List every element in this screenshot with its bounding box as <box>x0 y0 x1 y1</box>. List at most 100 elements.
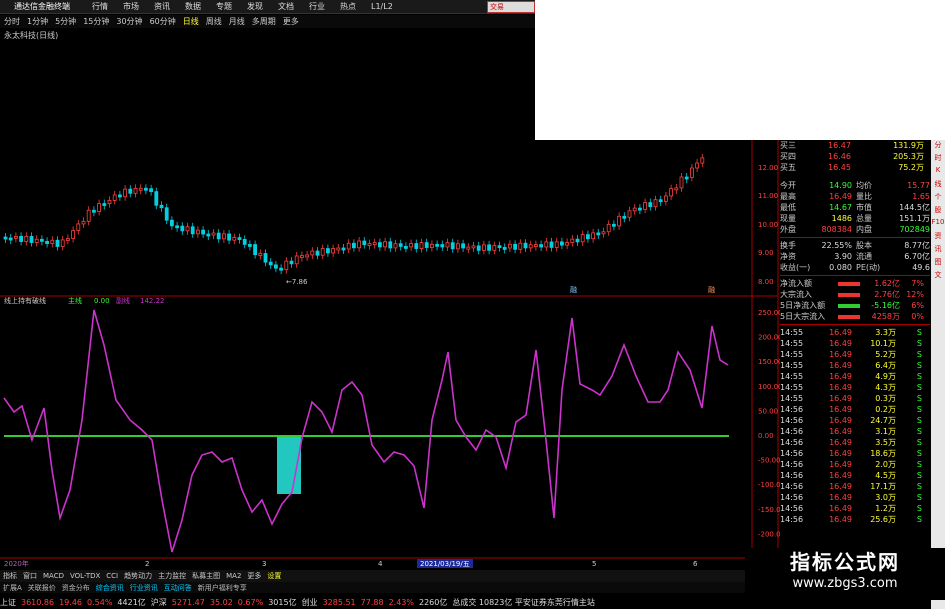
tick-side: S <box>916 339 922 348</box>
stat-label: 流通 <box>856 252 872 261</box>
index-name[interactable]: 上证 <box>0 597 16 608</box>
indicator-tabs: 指标 窗口 MACD VOL-TDX CCI 趋势动力 主力监控 私募主图 MA… <box>0 570 745 582</box>
legend-label: 副线 <box>116 296 130 305</box>
indicator-tab[interactable]: 更多 <box>247 571 261 581</box>
sidebar-tab[interactable]: 股 <box>931 205 945 218</box>
extension-tab[interactable]: 新用户福利专享 <box>198 583 247 593</box>
sidebar-tab[interactable]: 分 <box>931 140 945 153</box>
tick-time: 14:56 <box>780 438 804 447</box>
tick-side: S <box>916 471 922 480</box>
candle-body <box>544 241 549 248</box>
stat-label: 现量 <box>780 214 796 223</box>
candle-body <box>289 260 294 265</box>
indicator-tab[interactable]: MACD <box>43 572 64 580</box>
tick-time: 14:56 <box>780 482 804 491</box>
extension-tab[interactable]: 扩展A <box>3 583 22 593</box>
tick-side: S <box>916 383 922 392</box>
candle-body <box>169 219 174 227</box>
sidebar-tab[interactable]: 文 <box>931 270 945 283</box>
indicator-tick: 0.00 <box>758 432 774 440</box>
candle-body <box>679 176 684 189</box>
flow-pct: 7% <box>911 279 924 288</box>
flow-pct: 6% <box>911 301 924 310</box>
tick-side: S <box>916 350 922 359</box>
extension-tab[interactable]: 关联报价 <box>28 583 56 593</box>
extension-tab[interactable]: 行业资讯 <box>130 583 158 593</box>
tick-row: 14:55 16.49 6.4万 S <box>780 360 930 371</box>
tick-row: 14:55 16.49 0.3万 S <box>780 393 930 404</box>
date-tick: 2 <box>145 560 149 568</box>
indicator-tick: 50.00 <box>758 407 778 415</box>
sidebar-tab[interactable]: 个 <box>931 192 945 205</box>
flow-value: 2.76亿 <box>874 290 900 299</box>
indicator-tab[interactable]: 窗口 <box>23 571 37 581</box>
tick-price: 16.49 <box>829 460 852 469</box>
stat-value: 8.77亿 <box>904 241 930 250</box>
indicator-tab-active[interactable]: 设置 <box>267 571 281 581</box>
sidebar-tab[interactable]: F10 <box>931 218 945 231</box>
candle-body <box>29 236 34 243</box>
candle-body <box>76 223 81 231</box>
legend-value: 142.22 <box>140 297 165 305</box>
candle-body <box>580 234 585 243</box>
index-name[interactable]: 沪深 <box>151 597 167 608</box>
indicator-tab[interactable]: 主力监控 <box>158 571 186 581</box>
margin-marker: 融 <box>708 285 715 294</box>
candle-body <box>8 237 13 241</box>
extension-tab[interactable]: 互动问答 <box>164 583 192 593</box>
right-toolbar: 分 时 K 线 个 股 F10 资 讯 图 文 <box>931 140 945 609</box>
candle-body <box>617 215 621 227</box>
legend-label: 主线 <box>68 296 82 305</box>
candle-body <box>518 242 523 250</box>
indicator-tab[interactable]: 私募主图 <box>192 571 220 581</box>
sidebar-tab[interactable]: 资 <box>931 231 945 244</box>
tick-volume: 3.1万 <box>875 427 896 436</box>
indicator-tab[interactable]: 指标 <box>3 571 17 581</box>
stat-label: 量比 <box>856 192 872 201</box>
candle-body <box>539 244 543 248</box>
sidebar-tab[interactable]: 图 <box>931 257 945 270</box>
candle-body <box>3 236 8 240</box>
candle-body <box>294 255 299 265</box>
candle-body <box>565 242 569 246</box>
indicator-tab[interactable]: VOL-TDX <box>70 572 100 580</box>
indicator-tab[interactable]: 趋势动力 <box>124 571 152 581</box>
stat-label: 市值 <box>856 203 872 212</box>
tick-row: 14:56 16.49 3.0万 S <box>780 492 930 503</box>
sidebar-tab[interactable]: 线 <box>931 179 945 192</box>
candle-body <box>445 242 450 248</box>
date-cursor-label: 2021/03/19/五 <box>420 560 470 568</box>
tick-price: 16.49 <box>829 438 852 447</box>
indicator-tick: -150.00 <box>758 506 780 514</box>
candle-body <box>97 203 101 212</box>
chart-area[interactable]: 12.00 11.00 10.00 9.00 8.00 ←7.86 融 融 线上持有破线… <box>0 0 780 570</box>
sidebar-tab[interactable]: K <box>931 166 945 179</box>
candle-body <box>502 247 507 250</box>
tick-list[interactable]: 14:55 16.49 3.3万 S 14:55 16.49 10.1万 S 14:55 16.4… <box>780 327 930 525</box>
stat-label: 均价 <box>856 181 872 190</box>
candle-body <box>674 187 679 191</box>
candle-body <box>341 247 346 251</box>
extension-tab[interactable]: 综合资讯 <box>96 583 124 593</box>
tick-row: 14:56 16.49 25.6万 S <box>780 514 930 525</box>
extension-tab[interactable]: 资金分布 <box>62 583 90 593</box>
flow-label: 5日净流入额 <box>780 301 826 310</box>
candle-body <box>258 253 263 256</box>
sidebar-tab[interactable]: 讯 <box>931 244 945 257</box>
candle-body <box>221 233 226 240</box>
candle-body <box>71 230 75 239</box>
indicator-tab[interactable]: MA2 <box>226 572 241 580</box>
sidebar-tab[interactable]: 时 <box>931 153 945 166</box>
tick-side: S <box>916 438 922 447</box>
candle-body <box>66 238 70 241</box>
tick-time: 14:56 <box>780 504 804 513</box>
tick-row: 14:55 16.49 4.9万 S <box>780 371 930 382</box>
candle-body <box>429 243 434 248</box>
indicator-tab[interactable]: CCI <box>106 572 118 580</box>
tick-side: S <box>916 372 922 381</box>
candle-body <box>695 162 699 169</box>
candle-body <box>315 250 320 256</box>
index-name[interactable]: 创业 <box>302 597 318 608</box>
order-volume: 131.9万 <box>893 141 924 150</box>
candle-body <box>263 253 268 263</box>
